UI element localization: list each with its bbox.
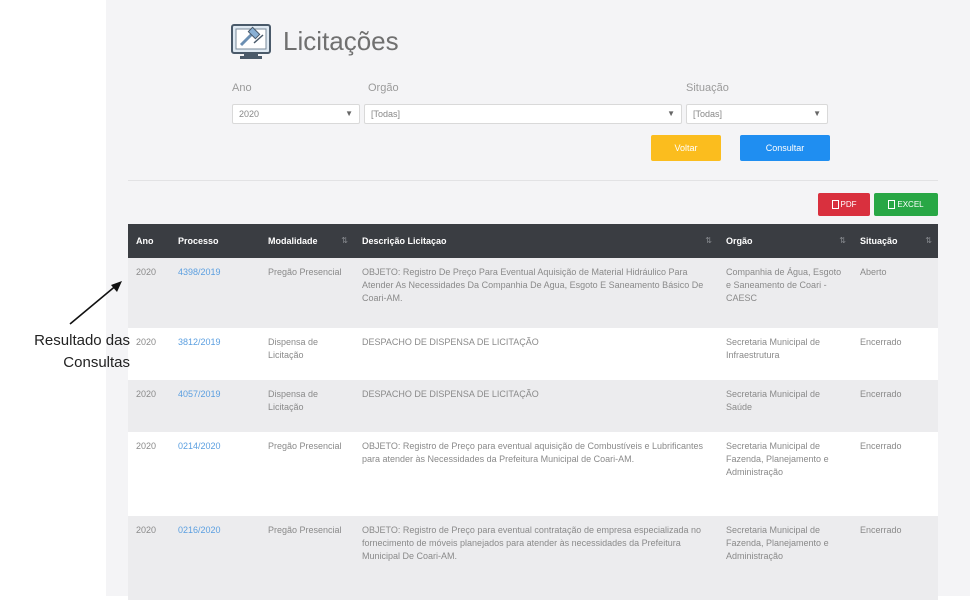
cell-orgao: Secretaria Municipal de Fazenda, Planeja…	[718, 516, 852, 600]
processo-link[interactable]: 3812/2019	[170, 328, 260, 380]
consultar-button[interactable]: Consultar	[740, 135, 830, 161]
situacao-select[interactable]: [Todas] ▼	[686, 104, 828, 124]
export-excel-button[interactable]: EXCEL	[874, 193, 938, 216]
cell-ano: 2020	[128, 516, 170, 600]
cell-situacao: Aberto	[852, 258, 938, 328]
cell-modalidade: Pregão Presencial	[260, 432, 354, 516]
ano-label: Ano	[232, 82, 252, 94]
table-header-row: Ano Processo Modalidade ⇅ Descrição Licit…	[128, 224, 938, 258]
sort-icon[interactable]: ⇅	[925, 236, 932, 245]
page-title: Licitações	[283, 26, 399, 56]
sort-icon[interactable]: ⇅	[705, 236, 712, 245]
cell-situacao: Encerrado	[852, 328, 938, 380]
cell-descricao: OBJETO: Registro de Preço para eventual …	[354, 516, 718, 600]
col-orgao-header[interactable]: Orgão ⇅	[718, 224, 852, 258]
cell-modalidade: Dispensa de Licitação	[260, 328, 354, 380]
col-modalidade-header[interactable]: Modalidade ⇅	[260, 224, 354, 258]
annotation-label: Resultado das Consultas	[0, 330, 130, 374]
tender-gavel-icon	[231, 24, 271, 59]
annotation-arrow-icon	[69, 281, 122, 325]
cell-descricao: OBJETO: Registro De Preço Para Eventual …	[354, 258, 718, 328]
sort-icon[interactable]: ⇅	[839, 236, 846, 245]
col-descricao-label: Descrição Licitaçao	[362, 236, 447, 246]
results-table: Ano Processo Modalidade ⇅ Descrição Licit…	[128, 224, 938, 600]
situacao-select-value: [Todas]	[693, 109, 723, 119]
orgao-select[interactable]: [Todas] ▼	[364, 104, 682, 124]
chevron-down-icon: ▼	[345, 109, 353, 118]
voltar-button[interactable]: Voltar	[651, 135, 721, 161]
cell-orgao: Companhia de Água, Esgoto e Saneamento d…	[718, 258, 852, 328]
processo-link[interactable]: 0214/2020	[170, 432, 260, 516]
cell-ano: 2020	[128, 258, 170, 328]
cell-modalidade: Dispensa de Licitação	[260, 380, 354, 432]
orgao-label: Orgão	[368, 82, 399, 94]
col-processo-header[interactable]: Processo	[170, 224, 260, 258]
file-excel-icon	[888, 200, 896, 209]
sort-icon[interactable]: ⇅	[341, 236, 348, 245]
cell-orgao: Secretaria Municipal de Fazenda, Planeja…	[718, 432, 852, 516]
chevron-down-icon: ▼	[667, 109, 675, 118]
table-row: 2020 3812/2019 Dispensa de Licitação DES…	[128, 328, 938, 380]
divider	[128, 180, 938, 181]
col-ano-label: Ano	[136, 236, 154, 246]
export-pdf-button[interactable]: PDF	[818, 193, 870, 216]
col-situacao-label: Situação	[860, 236, 898, 246]
cell-situacao: Encerrado	[852, 516, 938, 600]
export-pdf-label: PDF	[840, 200, 857, 209]
file-pdf-icon	[831, 200, 839, 209]
processo-link[interactable]: 4057/2019	[170, 380, 260, 432]
cell-situacao: Encerrado	[852, 380, 938, 432]
cell-modalidade: Pregão Presencial	[260, 258, 354, 328]
cell-ano: 2020	[128, 328, 170, 380]
col-situacao-header[interactable]: Situação ⇅	[852, 224, 938, 258]
cell-descricao: OBJETO: Registro de Preço para eventual …	[354, 432, 718, 516]
table-row: 2020 4057/2019 Dispensa de Licitação DES…	[128, 380, 938, 432]
ano-select-value: 2020	[239, 109, 260, 119]
cell-descricao: DESPACHO DE DISPENSA DE LICITAÇÃO	[354, 328, 718, 380]
orgao-select-value: [Todas]	[371, 109, 401, 119]
annotation-line-1: Resultado das	[34, 332, 130, 349]
cell-orgao: Secretaria Municipal de Infraestrutura	[718, 328, 852, 380]
export-excel-label: EXCEL	[897, 200, 924, 209]
cell-orgao: Secretaria Municipal de Saúde	[718, 380, 852, 432]
cell-ano: 2020	[128, 432, 170, 516]
processo-link[interactable]: 0216/2020	[170, 516, 260, 600]
cell-situacao: Encerrado	[852, 432, 938, 516]
cell-ano: 2020	[128, 380, 170, 432]
col-descricao-header[interactable]: Descrição Licitaçao ⇅	[354, 224, 718, 258]
cell-modalidade: Pregão Presencial	[260, 516, 354, 600]
table-row: 2020 4398/2019 Pregão Presencial OBJETO:…	[128, 258, 938, 328]
col-ano-header[interactable]: Ano	[128, 224, 170, 258]
processo-link[interactable]: 4398/2019	[170, 258, 260, 328]
table-row: 2020 0214/2020 Pregão Presencial OBJETO:…	[128, 432, 938, 516]
annotation-line-2: Consultas	[63, 354, 130, 371]
cell-descricao: DESPACHO DE DISPENSA DE LICITAÇÃO	[354, 380, 718, 432]
col-modalidade-label: Modalidade	[268, 236, 318, 246]
table-row: 2020 0216/2020 Pregão Presencial OBJETO:…	[128, 516, 938, 600]
situacao-label: Situação	[686, 82, 729, 94]
chevron-down-icon: ▼	[813, 109, 821, 118]
col-processo-label: Processo	[178, 236, 219, 246]
col-orgao-label: Orgão	[726, 236, 753, 246]
ano-select[interactable]: 2020 ▼	[232, 104, 360, 124]
